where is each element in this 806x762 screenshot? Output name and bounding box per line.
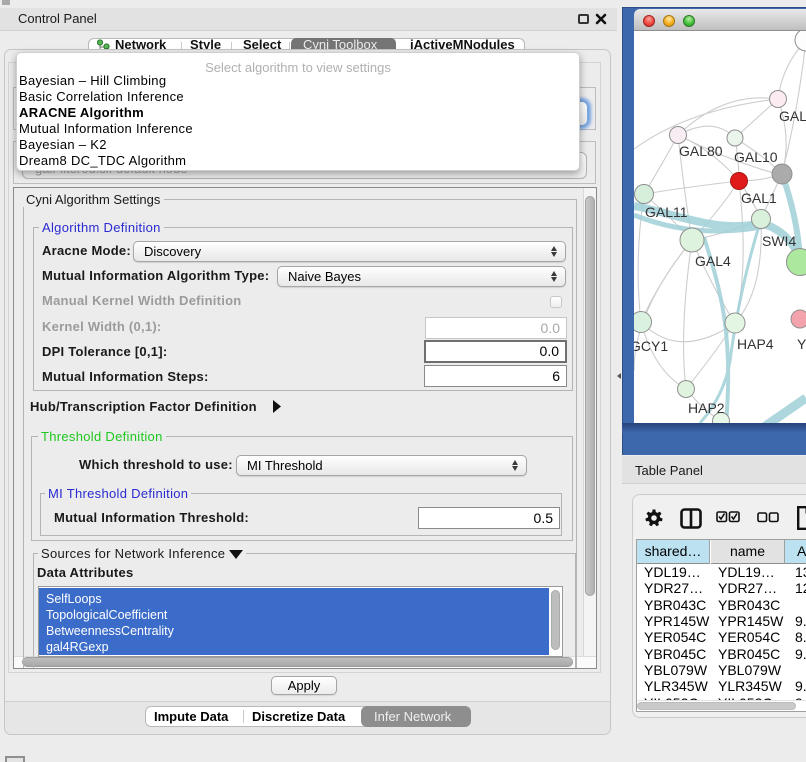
svg-text:HAP4: HAP4 [737,336,774,352]
svg-text:GAL7: GAL7 [779,108,806,124]
svg-text:HAP2: HAP2 [688,400,725,416]
svg-text:GCY1: GCY1 [634,338,668,354]
svg-text:GAL11: GAL11 [645,204,688,220]
svg-text:GAL80: GAL80 [679,143,723,159]
svg-text:GAL1: GAL1 [741,190,777,206]
svg-text:SWI4: SWI4 [762,233,796,249]
svg-text:GAL4: GAL4 [695,253,731,269]
svg-text:GAL10: GAL10 [734,149,778,165]
svg-text:Y: Y [797,336,806,352]
